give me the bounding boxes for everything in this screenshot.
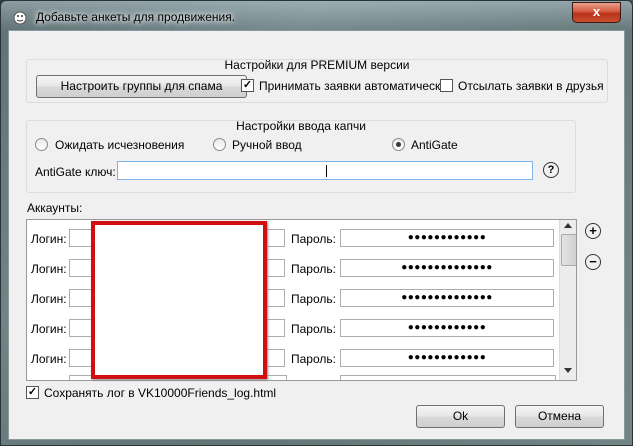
- antigate-key-label: AntiGate ключ:: [35, 165, 116, 179]
- login-label: Логин:: [31, 232, 67, 246]
- ok-button[interactable]: Ok: [416, 405, 505, 428]
- send-friend-requests-label: Отсылать заявки в друзья: [458, 79, 604, 93]
- close-button[interactable]: x: [572, 2, 621, 23]
- radio-manual-input-label: Ручной ввод: [232, 138, 302, 152]
- password-input[interactable]: ●●●●●●●●●●●●: [340, 349, 554, 367]
- auto-accept-label: Принимать заявки автоматически: [259, 79, 447, 93]
- accounts-scrollbar[interactable]: [559, 220, 576, 380]
- text-caret: [326, 165, 327, 177]
- save-log-label: Сохранять лог в VK10000Friends_log.html: [44, 386, 277, 400]
- accounts-label: Аккаунты:: [27, 201, 83, 215]
- plus-icon: +: [589, 223, 597, 238]
- login-label: Логин:: [31, 292, 67, 306]
- close-icon: x: [592, 4, 601, 19]
- save-log-checkbox[interactable]: ✓: [26, 386, 39, 399]
- password-input[interactable]: ●●●●●●●●●●●●●●: [340, 289, 554, 307]
- password-input[interactable]: ●●●●●●●●●●●●: [340, 319, 554, 337]
- cancel-button[interactable]: Отмена: [515, 405, 604, 428]
- radio-antigate-label: AntiGate: [411, 138, 458, 152]
- premium-group-title: Настройки для PREMIUM версии: [224, 58, 410, 72]
- remove-account-button[interactable]: −: [585, 254, 601, 270]
- scroll-up-icon[interactable]: [564, 223, 572, 228]
- send-friend-requests-checkbox[interactable]: [440, 79, 453, 92]
- auto-accept-checkbox[interactable]: ✓: [241, 79, 254, 92]
- dialog-client-area: Настройки для PREMIUM версии Настроить г…: [8, 30, 625, 440]
- app-icon: [13, 11, 27, 25]
- scroll-thumb[interactable]: [561, 234, 576, 266]
- password-label: Пароль:: [291, 232, 336, 246]
- radio-wait-disappear-label: Ожидать исчезновения: [55, 138, 185, 152]
- antigate-key-input[interactable]: [117, 161, 533, 180]
- add-account-button[interactable]: +: [585, 223, 601, 239]
- radio-antigate[interactable]: [392, 138, 405, 151]
- radio-manual-input[interactable]: [213, 138, 226, 151]
- title-bar[interactable]: Добавьте анкеты для продвижения. x: [1, 1, 632, 31]
- help-icon: ?: [547, 164, 555, 176]
- login-label: Логин:: [31, 322, 67, 336]
- help-button[interactable]: ?: [543, 162, 559, 178]
- password-label: Пароль:: [291, 262, 336, 276]
- configure-spam-groups-button[interactable]: Настроить группы для спама: [36, 75, 247, 98]
- scroll-down-icon[interactable]: [564, 368, 572, 373]
- password-label: Пароль:: [291, 322, 336, 336]
- minus-icon: −: [589, 254, 597, 269]
- radio-wait-disappear[interactable]: [35, 138, 48, 151]
- password-label: Пароль:: [291, 352, 336, 366]
- captcha-settings-group: Настройки ввода капчи: [26, 119, 576, 193]
- login-label: Логин:: [31, 352, 67, 366]
- checkmark-icon: ✓: [27, 386, 38, 398]
- password-input[interactable]: ●●●●●●●●●●●●●●: [340, 259, 554, 277]
- captcha-group-title: Настройки ввода капчи: [236, 119, 366, 133]
- checkmark-icon: ✓: [242, 79, 253, 91]
- login-label: Логин:: [31, 262, 67, 276]
- redaction-box: [91, 221, 267, 379]
- password-input[interactable]: ●●●●●●●●●●●●: [340, 229, 554, 247]
- password-input[interactable]: [340, 375, 556, 380]
- window-title: Добавьте анкеты для продвижения.: [36, 10, 236, 24]
- password-label: Пароль:: [291, 292, 336, 306]
